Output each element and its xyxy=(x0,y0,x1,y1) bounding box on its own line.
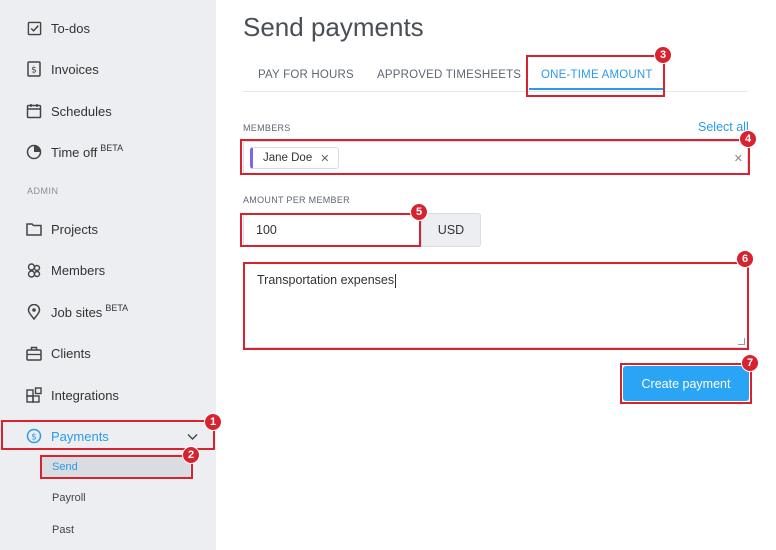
briefcase-icon xyxy=(25,344,43,362)
sidebar-item-label: Integrations xyxy=(51,387,119,403)
sidebar-item-integrations[interactable]: Integrations xyxy=(0,377,216,413)
amount-input[interactable]: 100 xyxy=(243,213,420,247)
annotation-badge-3: 3 xyxy=(654,46,672,64)
svg-text:$: $ xyxy=(31,66,37,76)
sidebar-item-label: Invoices xyxy=(51,61,99,77)
members-select[interactable]: Jane Doe ✕ ✕ xyxy=(243,141,748,175)
members-label: MEMBERS xyxy=(243,123,291,133)
sidebar-item-label: To-dos xyxy=(51,20,91,36)
sidebar-item-clients[interactable]: Clients xyxy=(0,335,216,371)
annotation-badge-5: 5 xyxy=(410,203,428,221)
member-chip: Jane Doe ✕ xyxy=(250,147,340,169)
beta-badge: BETA xyxy=(100,143,124,153)
sidebar: To-dos $ Invoices Schedules Time off BET… xyxy=(0,0,216,550)
annotation-badge-1: 1 xyxy=(204,413,222,431)
annotation-badge-7: 7 xyxy=(741,354,759,372)
annotation-badge-6: 6 xyxy=(736,250,754,268)
dollar-circle-icon: $ xyxy=(25,427,43,445)
sidebar-item-invoices[interactable]: $ Invoices xyxy=(0,51,216,87)
integrations-icon xyxy=(25,386,43,404)
sidebar-item-time-off[interactable]: Time off BETA xyxy=(0,134,216,170)
dollar-document-icon: $ xyxy=(25,60,43,78)
resize-handle-icon[interactable] xyxy=(738,338,745,345)
folder-icon xyxy=(25,220,43,238)
clear-members-icon[interactable]: ✕ xyxy=(734,152,743,165)
text-caret xyxy=(395,273,397,288)
create-payment-button[interactable]: Create payment xyxy=(623,366,749,401)
sidebar-subitem-send[interactable]: Send xyxy=(42,455,190,479)
sidebar-item-schedules[interactable]: Schedules xyxy=(0,93,216,129)
note-text: Transportation expenses xyxy=(257,273,395,287)
calendar-icon xyxy=(25,102,43,120)
annotation-badge-4: 4 xyxy=(739,130,757,148)
tab-approved-timesheets[interactable]: APPROVED TIMESHEETS xyxy=(377,69,521,81)
active-tab-indicator xyxy=(529,88,663,90)
remove-member-icon[interactable]: ✕ xyxy=(320,152,329,165)
tab-bar: PAY FOR HOURS APPROVED TIMESHEETS ONE-TI… xyxy=(243,58,748,92)
section-label-admin: ADMIN xyxy=(27,186,59,196)
sidebar-item-job-sites[interactable]: Job sites BETA xyxy=(0,294,216,330)
checkbox-icon xyxy=(25,19,43,37)
pie-chart-icon xyxy=(25,143,43,161)
annotation-badge-2: 2 xyxy=(182,446,200,464)
sidebar-item-projects[interactable]: Projects xyxy=(0,211,216,247)
page-title: Send payments xyxy=(243,12,424,42)
sidebar-item-todos[interactable]: To-dos xyxy=(0,10,216,46)
sidebar-item-label: Job sites xyxy=(51,304,103,320)
sidebar-item-label: Clients xyxy=(51,345,91,361)
tab-pay-for-hours[interactable]: PAY FOR HOURS xyxy=(258,69,354,81)
tab-one-time-amount[interactable]: ONE-TIME AMOUNT xyxy=(541,69,653,81)
sidebar-item-label: Projects xyxy=(51,221,98,237)
members-icon xyxy=(25,261,43,279)
beta-badge: BETA xyxy=(105,303,129,313)
sidebar-item-members[interactable]: Members xyxy=(0,252,216,288)
member-chip-label: Jane Doe xyxy=(263,152,313,164)
note-textarea[interactable]: Transportation expenses xyxy=(243,262,748,348)
sidebar-item-label: Time off xyxy=(51,144,98,160)
sidebar-item-label: Members xyxy=(51,262,106,278)
sidebar-subitem-payroll[interactable]: Payroll xyxy=(42,486,86,510)
location-pin-icon xyxy=(25,303,43,321)
chevron-down-icon[interactable] xyxy=(187,429,198,444)
amount-label: AMOUNT PER MEMBER xyxy=(243,195,350,205)
sidebar-item-label: Schedules xyxy=(51,103,112,119)
svg-text:$: $ xyxy=(31,433,37,443)
sidebar-subitem-past[interactable]: Past xyxy=(42,518,74,542)
sidebar-item-label: Payments xyxy=(51,428,109,444)
currency-addon: USD xyxy=(421,213,481,247)
